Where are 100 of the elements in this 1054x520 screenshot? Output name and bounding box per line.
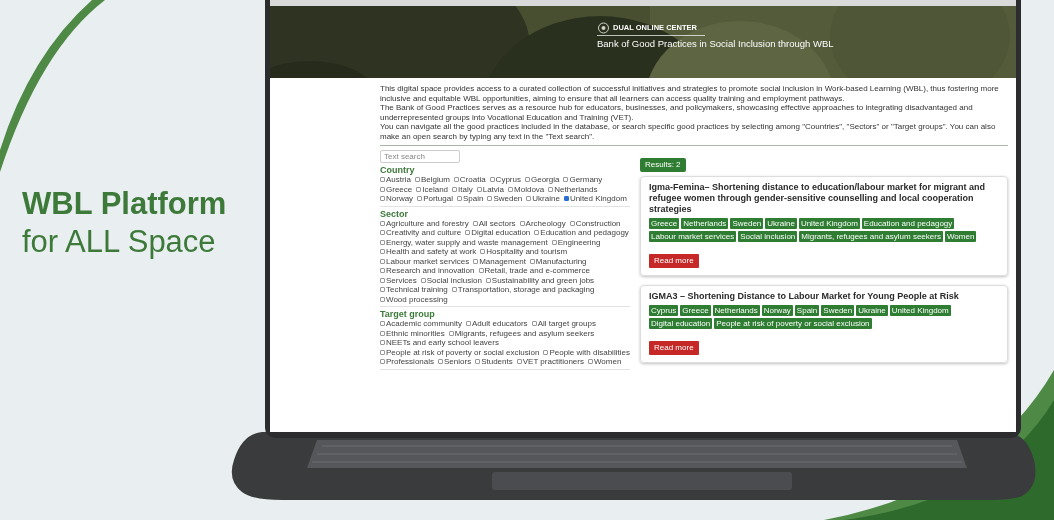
checkbox[interactable] [417,196,423,202]
checkbox[interactable] [551,239,557,245]
read-more-button[interactable]: Read more [649,341,699,355]
checkbox-label[interactable]: Digital education [471,228,531,238]
checkbox[interactable] [416,186,422,192]
checkbox-label[interactable]: Italy [458,184,473,194]
checkbox[interactable] [380,186,385,192]
checkbox-label[interactable]: Transportation, storage and packaging [457,285,595,295]
checkbox[interactable] [380,359,385,365]
checkbox-label[interactable]: Belgium [420,175,450,185]
result-title[interactable]: Igma-Femina– Shortening distance to education/labour market for migrant and refugee women through gender-sensitive counselling and local cooperation strategies [649,182,999,215]
checkbox[interactable] [438,359,444,365]
checkbox-label[interactable]: Wood processing [386,294,448,304]
checkbox-label[interactable]: Agriculture and forestry [386,218,469,228]
checkbox[interactable] [569,220,575,226]
checkbox-label[interactable]: Energy, water supply and waste management [386,237,548,247]
checkbox-label[interactable]: Sweden [493,194,523,204]
checkbox-label[interactable]: Iceland [422,184,449,194]
checkbox-label[interactable]: United Kingdom [569,194,627,204]
checkbox[interactable] [380,220,385,226]
checkbox[interactable] [466,321,472,327]
result-title[interactable]: IGMA3 – Shortening Distance to Labour Market for Young People at Risk [649,291,999,302]
checkbox-label[interactable]: Germany [569,175,603,185]
checkbox-label[interactable]: People at risk of poverty or social exclusion [386,347,540,357]
checkbox-label[interactable]: VET practitioners [522,357,584,367]
checkbox[interactable] [380,196,385,202]
checkbox-label[interactable]: Georgia [530,175,560,185]
checkbox-label[interactable]: Archeology [525,218,566,228]
checkbox-label[interactable]: Labour market services [386,256,470,266]
checkbox[interactable] [380,330,385,336]
checkbox[interactable] [380,340,385,346]
checkbox-label[interactable]: People with disabilities [549,347,630,357]
checkbox[interactable] [380,230,385,236]
checkbox[interactable] [448,330,454,336]
checkbox[interactable] [452,186,458,192]
checkbox-label[interactable]: Health and safety at work [386,247,477,257]
checkbox[interactable] [380,239,385,245]
checkbox-label[interactable]: Engineering [557,237,601,247]
checkbox[interactable] [420,277,426,283]
checkbox[interactable] [485,277,491,283]
checkbox[interactable] [414,177,420,183]
checkbox-label[interactable]: Retail, trade and e-commerce [484,266,590,276]
checkbox-label[interactable]: Students [481,357,513,367]
checkbox[interactable] [524,177,530,183]
checkbox[interactable] [508,186,514,192]
checkbox-label[interactable]: Sustainability and green jobs [491,275,595,285]
checkbox-label[interactable]: Portugal [423,194,453,204]
checkbox-label[interactable]: Construction [575,218,621,228]
checkbox-label[interactable]: Norway [386,194,414,204]
checkbox[interactable] [380,249,385,255]
read-more-button[interactable]: Read more [649,254,699,268]
checkbox-label[interactable]: Ethnic minorities [386,328,445,338]
checkbox-label[interactable]: Seniors [444,357,472,367]
checkbox[interactable] [548,186,554,192]
checkbox[interactable] [563,177,569,183]
checkbox[interactable] [529,258,535,264]
checkbox[interactable] [480,249,486,255]
checkbox-label[interactable]: All sectors [478,218,516,228]
checkbox[interactable] [473,258,479,264]
checkbox-label[interactable]: Creativity and culture [386,228,462,238]
checkbox-label[interactable]: Cyprus [495,175,521,185]
checkbox-label[interactable]: Education and pedagogy [540,228,629,238]
search-field[interactable]: Text search [380,150,460,163]
checkbox-label[interactable]: Social inclusion [426,275,482,285]
checkbox[interactable] [380,349,385,355]
checkbox-label[interactable]: Academic community [386,319,463,329]
checkbox[interactable] [476,186,482,192]
checkbox-label[interactable]: Moldova [514,184,545,194]
checkbox-label[interactable]: Greece [386,184,413,194]
checkbox[interactable] [563,196,569,202]
checkbox[interactable] [543,349,549,355]
checkbox[interactable] [475,359,481,365]
checkbox[interactable] [534,230,540,236]
checkbox-label[interactable]: Research and innovation [386,266,475,276]
checkbox[interactable] [465,230,471,236]
checkbox[interactable] [456,196,462,202]
checkbox-label[interactable]: Professionals [386,357,435,367]
checkbox[interactable] [478,268,484,274]
checkbox-label[interactable]: Ukraine [532,194,560,204]
checkbox-label[interactable]: Croatia [459,175,486,185]
checkbox-label[interactable]: Spain [462,194,484,204]
checkbox[interactable] [519,220,525,226]
checkbox-label[interactable]: Adult educators [472,319,528,329]
checkbox[interactable] [380,321,385,327]
checkbox-label[interactable]: Netherlands [554,184,598,194]
checkbox-label[interactable]: NEETs and early school leavers [386,338,499,348]
checkbox[interactable] [380,177,385,183]
checkbox[interactable] [380,268,385,274]
checkbox[interactable] [516,359,522,365]
checkbox[interactable] [380,296,385,302]
checkbox[interactable] [587,359,593,365]
checkbox-label[interactable]: Manufacturing [535,256,587,266]
checkbox[interactable] [380,277,385,283]
checkbox-label[interactable]: All target groups [537,319,596,329]
checkbox[interactable] [487,196,493,202]
checkbox-label[interactable]: Austria [386,175,411,185]
checkbox[interactable] [453,177,459,183]
checkbox-label[interactable]: Hospitality and tourism [486,247,568,257]
checkbox[interactable] [489,177,495,183]
checkbox[interactable] [531,321,537,327]
